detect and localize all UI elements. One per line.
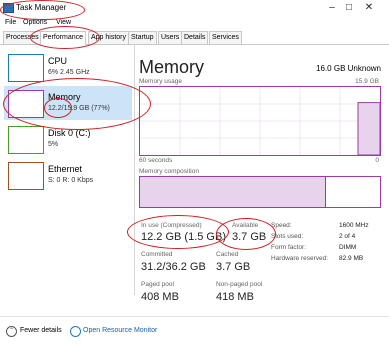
sidebar-item-value: 12.2/15.9 GB (77%) xyxy=(48,105,110,112)
close-icon[interactable]: ✕ xyxy=(362,2,376,14)
menu-file[interactable]: File xyxy=(5,19,16,26)
sidebar-item-label: Memory xyxy=(48,92,81,102)
usage-fill xyxy=(357,102,380,155)
cached-value: 3.7 GB xyxy=(216,261,251,273)
tab-app-history[interactable]: App history xyxy=(88,31,130,44)
tab-bar: Processes Performance App history Startu… xyxy=(0,30,389,45)
disk-mini-graph xyxy=(8,126,44,154)
memory-type: 16.0 GB Unknown xyxy=(316,64,381,73)
sidebar-item-memory[interactable]: Memory 12.2/15.9 GB (77%) xyxy=(4,86,132,120)
available-value: 3.7 GB xyxy=(232,231,267,243)
ethernet-mini-graph xyxy=(8,162,44,190)
sidebar-item-value: 6% 2.45 GHz xyxy=(48,69,90,76)
cpu-mini-graph xyxy=(8,54,44,82)
hardware-reserved-label: Hardware reserved: xyxy=(271,255,329,262)
paged-pool-value: 408 MB xyxy=(141,291,179,303)
memory-usage-graph xyxy=(139,86,381,156)
committed-value: 31.2/36.2 GB xyxy=(141,261,206,273)
hardware-reserved-value: 82.9 MB xyxy=(339,255,364,262)
minimize-icon[interactable]: – xyxy=(325,2,339,14)
chevron-up-icon[interactable]: ⌃ xyxy=(6,326,17,337)
menu-bar: File Options View xyxy=(0,17,389,30)
available-label: Available xyxy=(232,222,259,229)
usage-graph-svg xyxy=(140,87,380,155)
sidebar-item-value: S: 0 R: 0 Kbps xyxy=(48,177,94,184)
tab-services[interactable]: Services xyxy=(209,31,242,44)
composition-label: Memory composition xyxy=(139,168,199,175)
sidebar-item-ethernet[interactable]: Ethernet S: 0 R: 0 Kbps xyxy=(4,158,132,192)
tab-users[interactable]: Users xyxy=(158,31,183,44)
fewer-details-link[interactable]: Fewer details xyxy=(20,327,62,334)
title-bar: Task Manager – □ ✕ xyxy=(0,0,389,17)
speed-value: 1600 MHz xyxy=(339,222,369,229)
maximize-icon[interactable]: □ xyxy=(342,2,356,14)
tab-startup[interactable]: Startup xyxy=(128,31,157,44)
sidebar-item-cpu[interactable]: CPU 6% 2.45 GHz xyxy=(4,50,132,84)
cached-label: Cached xyxy=(216,251,239,258)
time-right-label: 0 xyxy=(375,157,379,164)
form-factor-value: DIMM xyxy=(339,244,357,251)
in-use-label: In use (Compressed) xyxy=(141,222,202,229)
resource-monitor-icon xyxy=(70,326,81,337)
usage-max: 15.9 GB xyxy=(355,78,379,85)
sidebar-item-label: Ethernet xyxy=(48,164,83,174)
tab-details[interactable]: Details xyxy=(181,31,209,44)
sidebar-item-label: CPU xyxy=(48,56,68,66)
usage-label: Memory usage xyxy=(139,78,182,85)
nonpaged-pool-value: 418 MB xyxy=(216,291,254,303)
tab-performance[interactable]: Performance xyxy=(40,31,87,45)
menu-view[interactable]: View xyxy=(56,19,71,26)
open-resource-monitor-link[interactable]: Open Resource Monitor xyxy=(83,327,157,334)
nonpaged-pool-label: Non-paged pool xyxy=(216,281,263,288)
memory-composition-bar xyxy=(139,176,381,208)
sidebar-item-disk[interactable]: Disk 0 (C:) 5% xyxy=(4,122,132,156)
memory-mini-graph xyxy=(8,90,44,118)
slots-value: 2 of 4 xyxy=(339,233,356,240)
footer: ⌃ Fewer details Open Resource Monitor xyxy=(0,316,389,347)
slots-label: Slots used: xyxy=(271,233,304,240)
speed-label: Speed: xyxy=(271,222,292,229)
window-title: Task Manager xyxy=(16,3,67,12)
page-title: Memory xyxy=(139,57,205,77)
task-manager-icon xyxy=(3,3,14,13)
sidebar-item-value: 5% xyxy=(48,141,59,148)
form-factor-label: Form factor: xyxy=(271,244,307,251)
in-use-value: 12.2 GB (1.5 GB) xyxy=(141,231,226,243)
tab-processes[interactable]: Processes xyxy=(3,31,42,44)
paged-pool-label: Paged pool xyxy=(141,281,174,288)
time-left-label: 60 seconds xyxy=(139,157,173,164)
composition-in-use xyxy=(140,177,326,207)
menu-options[interactable]: Options xyxy=(23,19,47,26)
sidebar-item-label: Disk 0 (C:) xyxy=(48,128,91,138)
resource-list: CPU 6% 2.45 GHz Memory 12.2/15.9 GB (77%… xyxy=(0,45,135,295)
committed-label: Committed xyxy=(141,251,173,258)
